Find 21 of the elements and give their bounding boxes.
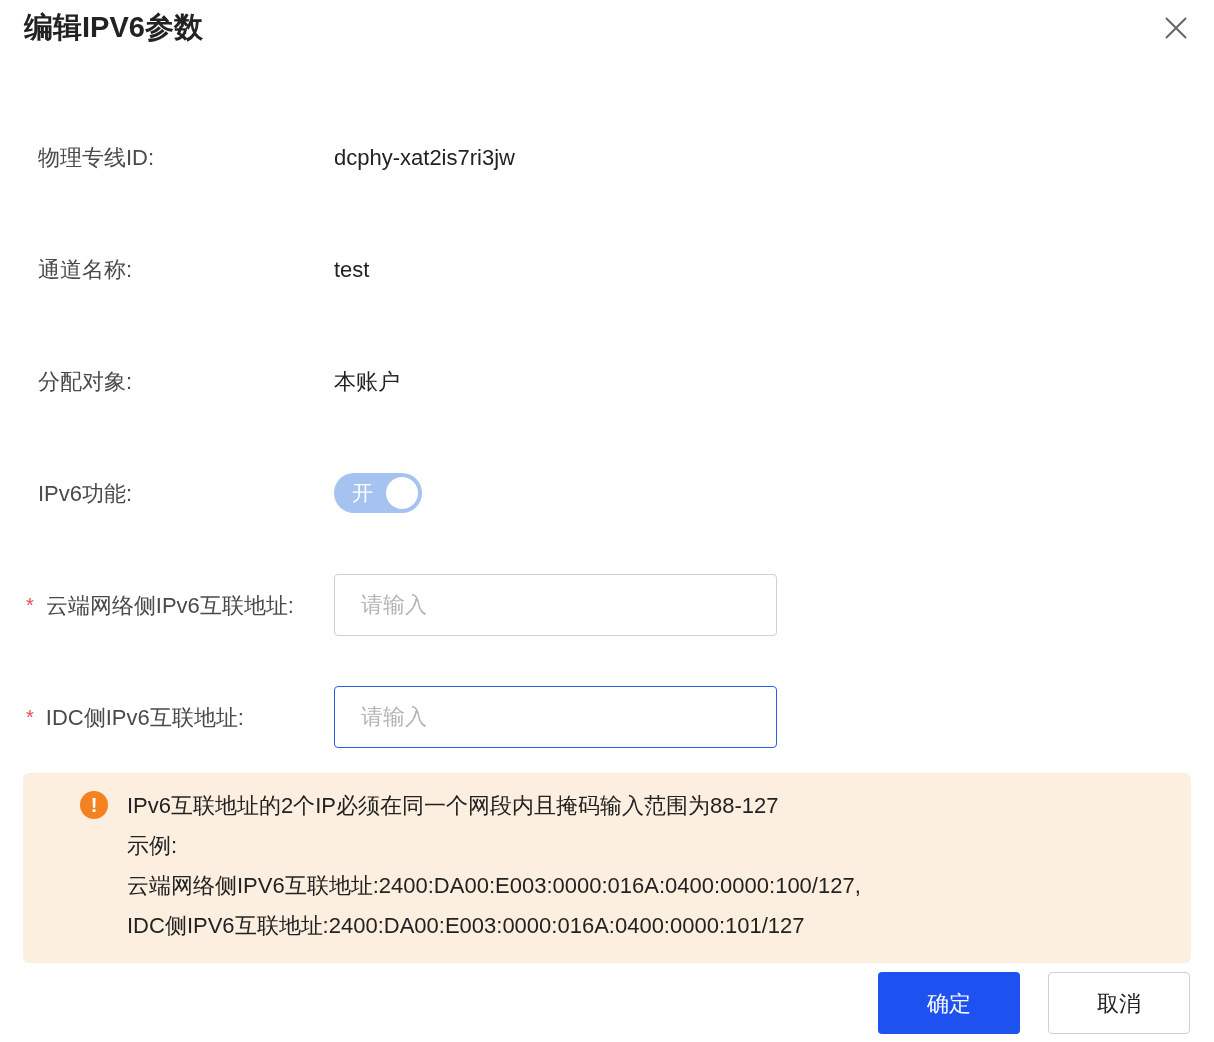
close-icon[interactable] xyxy=(1164,16,1188,40)
field-label: 物理专线ID: xyxy=(38,143,155,172)
required-mark: * xyxy=(26,705,34,730)
warning-icon: ! xyxy=(80,791,108,819)
alert-text: IDC侧IPV6互联地址:2400:DA00:E003:0000:016A:0400:0000:101/127 xyxy=(127,912,806,940)
alert-text: IPv6互联地址的2个IP必须在同一个网段内且掩码输入范围为88-127 xyxy=(127,792,780,820)
alert-text: 云端网络侧IPV6互联地址:2400:DA00:E003:0000:016A:0400:0000:100/127, xyxy=(127,872,861,900)
field-label: 云端网络侧IPv6互联地址: xyxy=(45,591,294,620)
field-value: test xyxy=(334,255,370,284)
field-label: 通道名称: xyxy=(38,255,133,284)
confirm-button[interactable]: 确定 xyxy=(878,972,1020,1034)
cancel-button[interactable]: 取消 xyxy=(1048,972,1190,1034)
dialog-title: 编辑IPV6参数 xyxy=(24,10,203,46)
field-label: IPv6功能: xyxy=(38,479,133,508)
required-mark: * xyxy=(26,593,34,618)
address-input[interactable]: 请输入 xyxy=(334,686,777,748)
field-value: 本账户 xyxy=(334,367,400,396)
field-label: 分配对象: xyxy=(38,367,133,396)
field-value: dcphy-xat2is7ri3jw xyxy=(334,143,515,172)
alert-text: 示例: xyxy=(127,832,179,860)
field-label: IDC侧IPv6互联地址: xyxy=(45,703,244,732)
